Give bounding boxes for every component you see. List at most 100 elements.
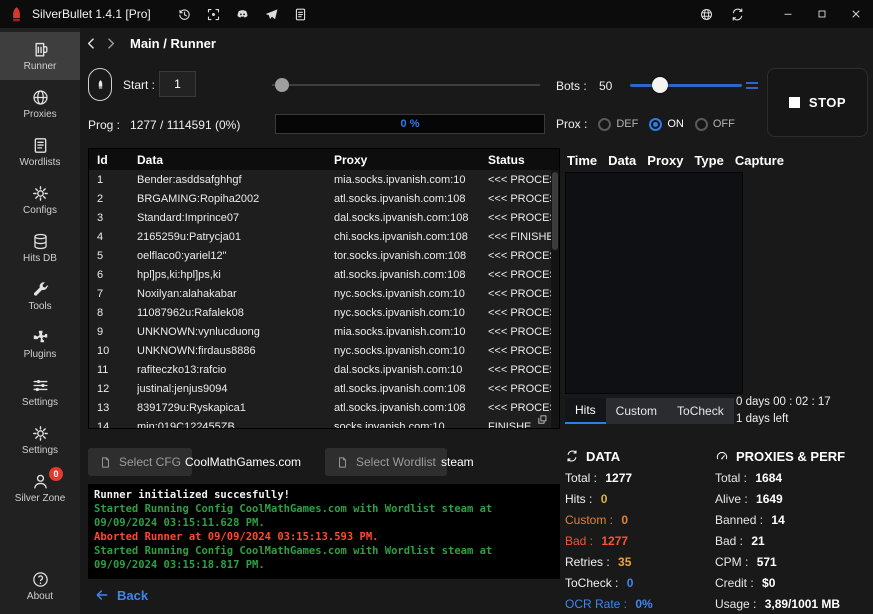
prox-option-def[interactable]: DEF (598, 118, 638, 131)
cell-id: 14 (89, 421, 137, 429)
capture-icon[interactable] (206, 7, 221, 22)
panel-title: DATA (586, 449, 620, 464)
column-header[interactable]: Data (608, 153, 636, 168)
ammo-button[interactable] (88, 68, 112, 101)
close-icon[interactable] (839, 0, 873, 28)
slider-knob[interactable] (275, 78, 289, 92)
prox-option-on[interactable]: ON (649, 118, 684, 131)
start-label: Start : (123, 78, 155, 92)
radio-icon (649, 118, 662, 131)
cell-proxy: atl.socks.ipvanish.com:108 (334, 383, 488, 395)
sync-icon[interactable] (730, 7, 745, 22)
sidebar-item-silver-zone[interactable]: 0 Silver Zone (0, 464, 80, 512)
table-row[interactable]: 5 oelflaco0:yariel12" tor.socks.ipvanish… (89, 246, 551, 265)
scrollbar-thumb[interactable] (552, 172, 558, 250)
scrollbar[interactable] (551, 170, 559, 428)
chevron-right-icon[interactable] (103, 36, 118, 51)
select-wordlist-button[interactable]: Select Wordlist (325, 448, 447, 476)
cell-data: 2165259u:Patrycja01 (137, 231, 334, 243)
sidebar-item-settings[interactable]: Settings (0, 368, 80, 416)
prox-label: Prox : (556, 117, 587, 131)
tab-tocheck[interactable]: ToCheck (667, 398, 734, 424)
sidebar-item-wordlists[interactable]: Wordlists (0, 128, 80, 176)
table-row[interactable]: 7 Noxilyan:alahakabar nyc.socks.ipvanish… (89, 284, 551, 303)
column-header[interactable]: Time (567, 153, 597, 168)
telegram-icon[interactable] (264, 7, 279, 22)
proxies-perf-panel: PROXIES & PERF Total : 1684 Alive : 1649… (715, 444, 873, 614)
chevron-left-icon[interactable] (84, 36, 99, 51)
sidebar-item-label: Settings (22, 398, 58, 408)
column-header[interactable]: Data (137, 153, 334, 167)
start-slider[interactable] (272, 77, 540, 93)
cell-status: <<< PROCES (488, 269, 551, 281)
bots-label: Bots : (556, 79, 587, 93)
tab-hits[interactable]: Hits (565, 398, 606, 424)
table-row[interactable]: 10 UNKNOWN:firdaus8886 nyc.socks.ipvanis… (89, 341, 551, 360)
column-header[interactable]: Status (488, 153, 559, 167)
bots-slider[interactable] (630, 77, 742, 94)
table-row[interactable]: 4 2165259u:Patrycja01 chi.socks.ipvanish… (89, 227, 551, 246)
history-icon[interactable] (177, 7, 192, 22)
sidebar-item-tools[interactable]: Tools (0, 272, 80, 320)
select-cfg-button[interactable]: Select CFG (88, 448, 192, 476)
sidebar-item-about[interactable]: About (0, 562, 80, 610)
maximize-icon[interactable] (805, 0, 839, 28)
file-icon (99, 456, 112, 469)
titlebar-menu (177, 7, 308, 22)
slider-knob[interactable] (652, 77, 668, 93)
table-row[interactable]: 1 Bender:asddsafghhgf mia.socks.ipvanish… (89, 170, 551, 189)
back-button[interactable]: Back (94, 587, 148, 603)
breadcrumb: Main / Runner (84, 30, 216, 56)
bullet-icon (95, 77, 106, 92)
runtime-timer: 0 days 00 : 02 : 17 1 days left (736, 394, 831, 428)
resize-corner-icon[interactable] (537, 414, 548, 425)
table-row[interactable]: 8 11087962u:Rafalek08 nyc.socks.ipvanish… (89, 303, 551, 322)
sidebar-item-hits-db[interactable]: Hits DB (0, 224, 80, 272)
stat-ocr-rate: OCR Rate : 0% (565, 594, 715, 614)
column-header[interactable]: Proxy (334, 153, 488, 167)
discord-icon[interactable] (235, 7, 250, 22)
cell-id: 3 (89, 212, 137, 224)
cell-status: <<< PROCES (488, 174, 551, 186)
sidebar-item-settings[interactable]: Settings (0, 416, 80, 464)
column-header[interactable]: Id (89, 153, 137, 167)
log-line: Runner initialized succesfully! (94, 488, 554, 502)
data-panel: DATA Total : 1277 Hits : 0 Custom : 0 Ba… (565, 444, 715, 614)
slider-end-ticks (746, 82, 758, 89)
sidebar-item-label: Hits DB (23, 254, 57, 264)
cell-id: 2 (89, 193, 137, 205)
gauge-icon[interactable] (715, 449, 729, 463)
prog-label: Prog : (88, 118, 120, 132)
cell-id: 6 (89, 269, 137, 281)
notes-icon[interactable] (293, 7, 308, 22)
table-row[interactable]: 12 justinal:jenjus9094 atl.socks.ipvanis… (89, 379, 551, 398)
sidebar-item-plugins[interactable]: Plugins (0, 320, 80, 368)
table-row[interactable]: 14 min:019C122455ZB socks.ipvanish.com:1… (89, 417, 551, 428)
table-row[interactable]: 13 8391729u:Ryskapica1 atl.socks.ipvanis… (89, 398, 551, 417)
tab-custom[interactable]: Custom (606, 398, 667, 424)
web-icon[interactable] (699, 7, 714, 22)
table-row[interactable]: 3 Standard:Imprince07 dal.socks.ipvanish… (89, 208, 551, 227)
column-header[interactable]: Proxy (647, 153, 683, 168)
prox-option-off[interactable]: OFF (695, 118, 735, 131)
sidebar-item-proxies[interactable]: Proxies (0, 80, 80, 128)
column-header[interactable]: Type (694, 153, 723, 168)
stop-button[interactable]: STOP (767, 68, 868, 137)
proxy-mode-group: Prox : DEF ON OFF (556, 115, 735, 133)
cell-status: <<< FINISHE (488, 231, 551, 243)
selected-wordlist: steam (441, 455, 474, 469)
column-header[interactable]: Capture (735, 153, 784, 168)
cell-id: 8 (89, 307, 137, 319)
start-input[interactable] (159, 71, 196, 97)
table-row[interactable]: 6 hpl]ps,ki:hpl]ps,ki atl.socks.ipvanish… (89, 265, 551, 284)
sidebar-item-configs[interactable]: Configs (0, 176, 80, 224)
table-row[interactable]: 2 BRGAMING:Ropiha2002 atl.socks.ipvanish… (89, 189, 551, 208)
table-row[interactable]: 9 UNKNOWN:vynlucduong mia.socks.ipvanish… (89, 322, 551, 341)
sidebar-item-label: Wordlists (20, 158, 61, 168)
table-row[interactable]: 11 rafiteczko13:rafcio dal.socks.ipvanis… (89, 360, 551, 379)
refresh-icon[interactable] (565, 449, 579, 463)
sidebar-item-runner[interactable]: Runner (0, 32, 80, 80)
hits-table-body (565, 172, 743, 394)
cell-status: <<< PROCES (488, 193, 551, 205)
minimize-icon[interactable] (771, 0, 805, 28)
